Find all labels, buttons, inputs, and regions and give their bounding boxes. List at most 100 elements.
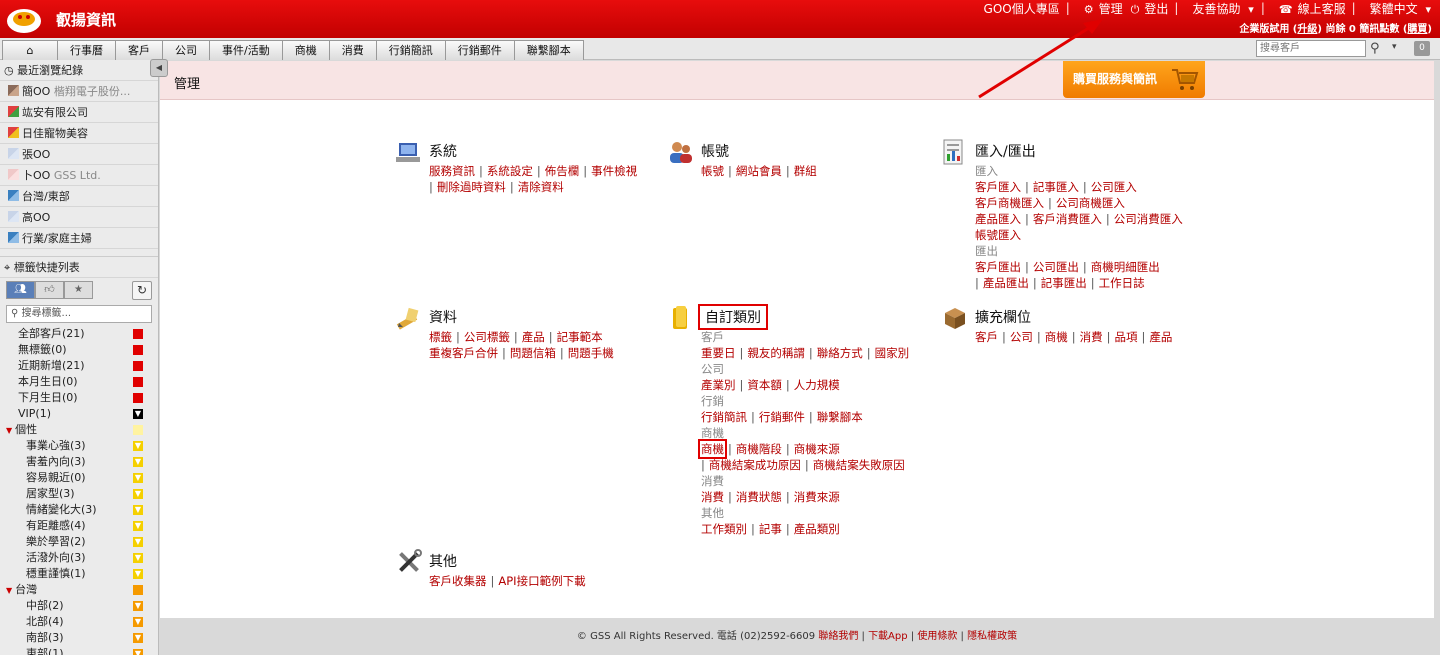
tab-home[interactable]: ⌂ [2, 40, 58, 60]
admin-link[interactable]: 工作類別 [701, 522, 747, 536]
sidebar-collapse-button[interactable]: ◀ [150, 59, 168, 77]
admin-link[interactable]: 商機結案失敗原因 [813, 458, 905, 472]
admin-link[interactable]: 公司匯入 [1091, 180, 1137, 194]
tab-contact-scripts[interactable]: 聯繫腳本 [513, 40, 584, 60]
admin-link[interactable]: 消費 [701, 490, 724, 504]
admin-link[interactable]: 消費狀態 [736, 490, 782, 504]
admin-link[interactable]: 帳號匯入 [975, 228, 1021, 242]
nav-support[interactable]: ☎ 線上客服 [1275, 0, 1346, 17]
admin-link[interactable]: 公司消費匯入 [1114, 212, 1183, 226]
admin-link[interactable]: 產品 [522, 330, 545, 344]
tab-calendar[interactable]: 行事曆 [57, 40, 116, 60]
admin-link[interactable]: 事件檢視 [591, 164, 637, 178]
admin-link[interactable]: 商機來源 [794, 442, 840, 456]
upgrade-link[interactable]: 升級 [1297, 24, 1317, 35]
admin-link[interactable]: 親友的稱謂 [747, 346, 805, 360]
tag-item[interactable]: 穩重謹慎(1) ▼ [0, 566, 158, 582]
admin-link[interactable]: 服務資訊 [429, 164, 475, 178]
tag-color-swatch[interactable] [133, 345, 143, 355]
admin-link[interactable]: 商機結案成功原因 [709, 458, 801, 472]
footer-link-privacy[interactable]: 隱私權政策 [967, 631, 1017, 642]
search-icon[interactable]: ⚲ [1370, 41, 1380, 56]
admin-link[interactable]: 行銷郵件 [759, 410, 805, 424]
tag-item[interactable]: 近期新增(21) [0, 358, 158, 374]
tag-color-swatch[interactable] [133, 585, 143, 595]
tag-search-input[interactable]: ⚲ 搜尋標籤... [6, 305, 152, 323]
admin-link[interactable]: 重要日 [701, 346, 736, 360]
tag-type-star-button[interactable]: ★ [64, 281, 93, 299]
tag-group[interactable]: ▼ 台灣 [0, 582, 158, 598]
nav-help[interactable]: 友善協助 ▾ [1188, 0, 1254, 17]
admin-link[interactable]: 公司 [1010, 330, 1033, 344]
tag-group[interactable]: ▼ 個性 [0, 422, 158, 438]
admin-link[interactable]: 問題手機 [568, 346, 614, 360]
tab-companies[interactable]: 公司 [162, 40, 210, 60]
admin-link[interactable]: API接口範例下載 [498, 574, 585, 588]
brand-logo-icon[interactable] [6, 4, 42, 34]
tag-color-dropdown-icon[interactable]: ▼ [133, 409, 143, 419]
admin-link[interactable]: 問題信箱 [510, 346, 556, 360]
tag-color-dropdown-icon[interactable]: ▼ [133, 601, 143, 611]
nav-language[interactable]: 繁體中文 ▾ [1366, 0, 1432, 17]
admin-link[interactable]: 重複客戶合併 [429, 346, 498, 360]
tag-color-dropdown-icon[interactable]: ▼ [133, 633, 143, 643]
buy-services-button[interactable]: 購買服務與簡訊 [1063, 61, 1205, 98]
admin-link[interactable]: 行銷簡訊 [701, 410, 747, 424]
tag-item[interactable]: 樂於學習(2) ▼ [0, 534, 158, 550]
tab-email-marketing[interactable]: 行銷郵件 [444, 40, 515, 60]
admin-link[interactable]: 人力規模 [794, 378, 840, 392]
tag-color-dropdown-icon[interactable]: ▼ [133, 553, 143, 563]
tag-color-dropdown-icon[interactable]: ▼ [133, 505, 143, 515]
recent-item[interactable]: 台灣/東部 [0, 186, 158, 207]
tag-color-swatch[interactable] [133, 425, 143, 435]
tag-item[interactable]: 中部(2) ▼ [0, 598, 158, 614]
footer-link-contact[interactable]: 聯絡我們 [818, 631, 858, 642]
admin-link[interactable]: 標籤 [429, 330, 452, 344]
tag-color-dropdown-icon[interactable]: ▼ [133, 537, 143, 547]
tab-customers[interactable]: 客戶 [115, 40, 163, 60]
admin-link[interactable]: 客戶 [975, 330, 998, 344]
tag-item[interactable]: 活潑外向(3) ▼ [0, 550, 158, 566]
tab-consumption[interactable]: 消費 [328, 40, 377, 60]
tag-color-dropdown-icon[interactable]: ▼ [133, 521, 143, 531]
admin-link[interactable]: 產品匯出 [983, 276, 1029, 290]
tag-item[interactable]: 無標籤(0) [0, 342, 158, 358]
admin-link[interactable]: 工作日誌 [1099, 276, 1145, 290]
admin-link[interactable]: 客戶消費匯入 [1033, 212, 1102, 226]
tag-color-dropdown-icon[interactable]: ▼ [133, 473, 143, 483]
admin-link[interactable]: 公司標籤 [464, 330, 510, 344]
recent-item[interactable]: 張OO [0, 144, 158, 165]
recent-item[interactable]: 卜OO GSS Ltd. [0, 165, 158, 186]
tag-type-thumb-button[interactable]: 👍︎ [35, 281, 64, 299]
customer-search-input[interactable] [1256, 40, 1366, 57]
admin-link[interactable]: 品項 [1115, 330, 1138, 344]
tag-color-swatch[interactable] [133, 377, 143, 387]
admin-link[interactable]: 客戶收集器 [429, 574, 487, 588]
admin-link[interactable]: 系統設定 [487, 164, 533, 178]
tag-item[interactable]: 容易親近(0) ▼ [0, 470, 158, 486]
nav-admin[interactable]: ⚙ 管理 [1080, 0, 1123, 17]
admin-link[interactable]: 消費 [1080, 330, 1103, 344]
tag-item[interactable]: 全部客戶(21) [0, 326, 158, 342]
admin-link[interactable]: 聯繫腳本 [817, 410, 863, 424]
tag-color-dropdown-icon[interactable]: ▼ [133, 489, 143, 499]
admin-link[interactable]: 資本額 [747, 378, 782, 392]
recent-item[interactable]: 行業/家庭主婦 [0, 228, 158, 249]
admin-link[interactable]: 群組 [794, 164, 817, 178]
recent-item[interactable]: 簡OO 楷翔電子股份... [0, 81, 158, 102]
admin-link[interactable]: 商機階段 [736, 442, 782, 456]
search-options-chevron-icon[interactable]: ▾ [1392, 42, 1397, 52]
tag-item[interactable]: 下月生日(0) [0, 390, 158, 406]
tag-color-dropdown-icon[interactable]: ▼ [133, 569, 143, 579]
admin-link[interactable]: 產品匯入 [975, 212, 1021, 226]
admin-link[interactable]: 佈告欄 [545, 164, 580, 178]
tag-item[interactable]: 南部(3) ▼ [0, 630, 158, 646]
tag-item[interactable]: 情緒變化大(3) ▼ [0, 502, 158, 518]
tag-item[interactable]: 有距離感(4) ▼ [0, 518, 158, 534]
recent-item[interactable]: 高OO [0, 207, 158, 228]
admin-link[interactable]: 記事匯出 [1041, 276, 1087, 290]
recent-item[interactable]: 竑安有限公司 [0, 102, 158, 123]
admin-link[interactable]: 公司匯出 [1033, 260, 1079, 274]
tab-events[interactable]: 事件/活動 [209, 40, 283, 60]
recent-item[interactable]: 日佳寵物美容 [0, 123, 158, 144]
